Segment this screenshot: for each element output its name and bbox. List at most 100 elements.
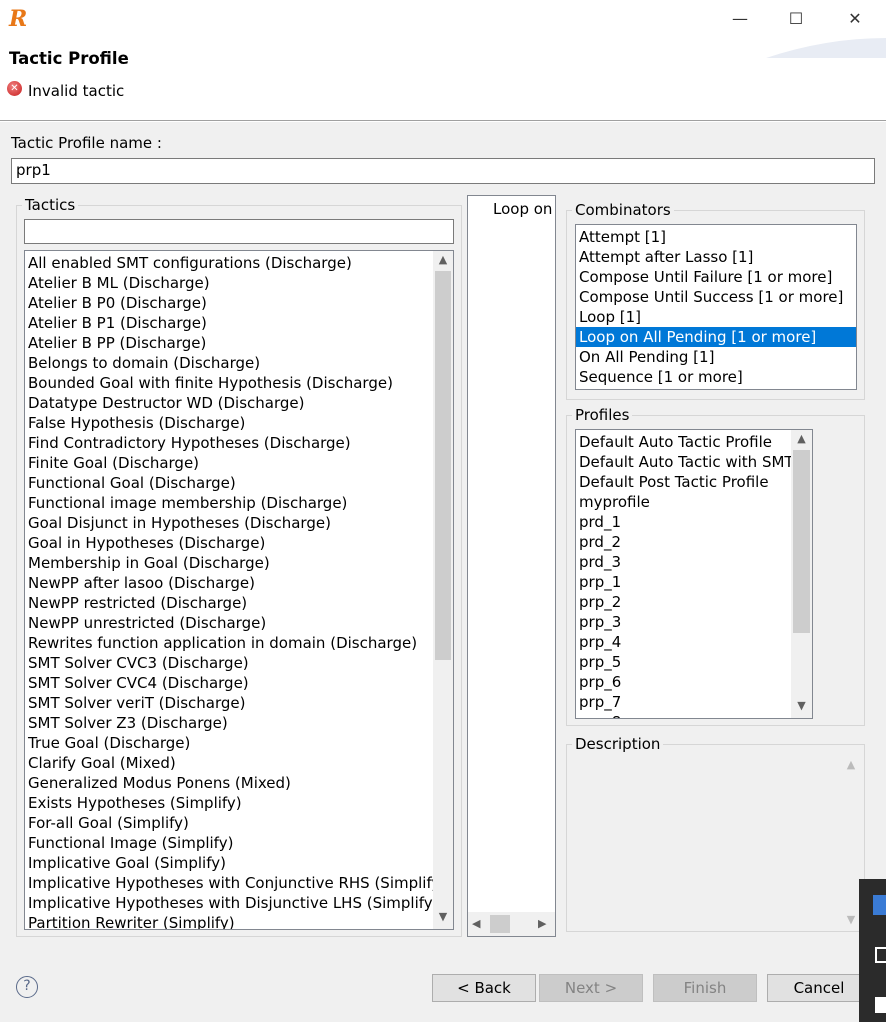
tree-item[interactable]: Loop on: [493, 200, 552, 218]
profile-items: Default Auto Tactic Profile Default Auto …: [576, 432, 794, 718]
banner-decoration-icon: [766, 38, 886, 58]
list-item[interactable]: SMT Solver veriT (Discharge): [25, 693, 433, 713]
list-item[interactable]: Membership in Goal (Discharge): [25, 553, 433, 573]
list-item[interactable]: Default Auto Tactic Profile: [576, 432, 791, 452]
list-item[interactable]: NewPP restricted (Discharge): [25, 593, 433, 613]
list-item[interactable]: Loop on All Pending [1 or more]: [576, 327, 856, 347]
cancel-button[interactable]: Cancel: [767, 974, 871, 1002]
list-item[interactable]: myprofile: [576, 492, 791, 512]
close-button[interactable]: ✕: [843, 8, 867, 30]
list-item[interactable]: For-all Goal (Simplify): [25, 813, 433, 833]
scrollbar-thumb[interactable]: [793, 450, 810, 633]
list-item[interactable]: Compose Until Failure [1 or more]: [576, 267, 856, 287]
tactics-title: Tactics: [22, 196, 79, 214]
list-item[interactable]: False Hypothesis (Discharge): [25, 413, 433, 433]
scroll-up-icon[interactable]: ▲: [791, 432, 812, 445]
page-title: Tactic Profile: [9, 49, 129, 68]
profile-name-input[interactable]: prp1: [11, 158, 875, 184]
list-item[interactable]: Finite Goal (Discharge): [25, 453, 433, 473]
list-item[interactable]: Implicative Hypotheses with Disjunctive …: [25, 893, 439, 913]
scroll-up-icon[interactable]: ▲: [433, 253, 453, 266]
list-item[interactable]: Bounded Goal with finite Hypothesis (Dis…: [25, 373, 433, 393]
finish-button[interactable]: Finish: [653, 974, 757, 1002]
list-item[interactable]: Clarify Goal (Mixed): [25, 753, 433, 773]
list-item[interactable]: Exists Hypotheses (Simplify): [25, 793, 433, 813]
list-item[interactable]: Atelier B ML (Discharge): [25, 273, 433, 293]
app-logo-icon: R: [9, 6, 28, 32]
tactic-tree[interactable]: Loop on ◀ ▶: [467, 195, 556, 937]
list-item[interactable]: Sequence [1 or more]: [576, 367, 856, 387]
list-item[interactable]: Belongs to domain (Discharge): [25, 353, 433, 373]
description-text: [575, 756, 859, 926]
maximize-button[interactable]: ☐: [784, 8, 808, 30]
tactics-filter-input[interactable]: [24, 219, 454, 244]
list-item[interactable]: Implicative Goal (Simplify): [25, 853, 433, 873]
list-item[interactable]: prp_7: [576, 692, 791, 712]
list-item[interactable]: True Goal (Discharge): [25, 733, 433, 753]
taskbar-app-icon[interactable]: [873, 895, 886, 915]
help-icon[interactable]: ?: [16, 976, 38, 998]
list-item[interactable]: SMT Solver CVC3 (Discharge): [25, 653, 433, 673]
profiles-scrollbar[interactable]: ▲ ▼: [791, 430, 812, 718]
list-item[interactable]: Loop [1]: [576, 307, 856, 327]
list-item[interactable]: Functional Image (Simplify): [25, 833, 433, 853]
list-item[interactable]: NewPP after lasoo (Discharge): [25, 573, 433, 593]
scroll-down-icon: ▼: [846, 913, 856, 926]
list-item[interactable]: prd_1: [576, 512, 791, 532]
list-item[interactable]: Find Contradictory Hypotheses (Discharge…: [25, 433, 433, 453]
combinators-list[interactable]: Attempt [1] Attempt after Lasso [1] Compos…: [575, 224, 857, 390]
list-item[interactable]: Functional image membership (Discharge): [25, 493, 433, 513]
list-item[interactable]: Atelier B P1 (Discharge): [25, 313, 433, 333]
tree-hscrollbar[interactable]: ◀ ▶: [468, 912, 555, 936]
list-item[interactable]: Goal in Hypotheses (Discharge): [25, 533, 433, 553]
list-item[interactable]: NewPP unrestricted (Discharge): [25, 613, 433, 633]
title-bar: R — ☐ ✕: [0, 0, 886, 38]
list-item[interactable]: prp_3: [576, 612, 791, 632]
scrollbar-thumb[interactable]: [435, 271, 451, 660]
back-button[interactable]: < Back: [432, 974, 536, 1002]
scroll-down-icon[interactable]: ▼: [791, 699, 812, 712]
list-item[interactable]: Default Auto Tactic with SMT: [576, 452, 794, 472]
list-item[interactable]: Functional Goal (Discharge): [25, 473, 433, 493]
profile-name-label: Tactic Profile name :: [11, 134, 162, 152]
taskbar-start-icon[interactable]: [875, 997, 886, 1013]
scroll-right-icon[interactable]: ▶: [538, 917, 546, 930]
error-message: Invalid tactic: [28, 82, 125, 100]
list-item[interactable]: prd_3: [576, 552, 791, 572]
list-item[interactable]: prd_2: [576, 532, 791, 552]
list-item[interactable]: prp_4: [576, 632, 791, 652]
list-item[interactable]: prp_8: [576, 712, 791, 718]
list-item[interactable]: prp_2: [576, 592, 791, 612]
list-item[interactable]: All enabled SMT configurations (Discharg…: [25, 253, 433, 273]
list-item[interactable]: prp_5: [576, 652, 791, 672]
list-item[interactable]: Attempt after Lasso [1]: [576, 247, 856, 267]
tactics-list[interactable]: All enabled SMT configurations (Discharg…: [24, 250, 454, 930]
list-item[interactable]: Goal Disjunct in Hypotheses (Discharge): [25, 513, 433, 533]
taskbar-window-icon[interactable]: [875, 947, 886, 963]
list-item[interactable]: Default Post Tactic Profile: [576, 472, 791, 492]
list-item[interactable]: Atelier B PP (Discharge): [25, 333, 433, 353]
list-item[interactable]: prp_6: [576, 672, 791, 692]
list-item[interactable]: SMT Solver CVC4 (Discharge): [25, 673, 433, 693]
list-item[interactable]: Attempt [1]: [576, 227, 856, 247]
list-item[interactable]: Datatype Destructor WD (Discharge): [25, 393, 433, 413]
list-item[interactable]: Generalized Modus Ponens (Mixed): [25, 773, 433, 793]
profiles-list[interactable]: Default Auto Tactic Profile Default Auto …: [575, 429, 813, 719]
list-item[interactable]: Atelier B P0 (Discharge): [25, 293, 433, 313]
minimize-button[interactable]: —: [728, 8, 752, 30]
combinator-items: Attempt [1] Attempt after Lasso [1] Compos…: [576, 227, 856, 387]
list-item[interactable]: SMT Solver Z3 (Discharge): [25, 713, 433, 733]
list-item[interactable]: Partition Rewriter (Simplify): [25, 913, 433, 929]
hscrollbar-thumb[interactable]: [490, 915, 510, 933]
scroll-down-icon[interactable]: ▼: [433, 910, 453, 923]
next-button[interactable]: Next >: [539, 974, 643, 1002]
list-item[interactable]: Rewrites function application in domain …: [25, 633, 433, 653]
tactics-scrollbar[interactable]: ▲ ▼: [433, 251, 453, 929]
taskbar-fragment: [859, 879, 886, 1022]
list-item[interactable]: On All Pending [1]: [576, 347, 856, 367]
wizard-header: Tactic Profile ✕ Invalid tactic: [0, 38, 886, 121]
list-item[interactable]: Implicative Hypotheses with Conjunctive …: [25, 873, 446, 893]
list-item[interactable]: Compose Until Success [1 or more]: [576, 287, 856, 307]
scroll-left-icon[interactable]: ◀: [472, 917, 480, 930]
list-item[interactable]: prp_1: [576, 572, 791, 592]
